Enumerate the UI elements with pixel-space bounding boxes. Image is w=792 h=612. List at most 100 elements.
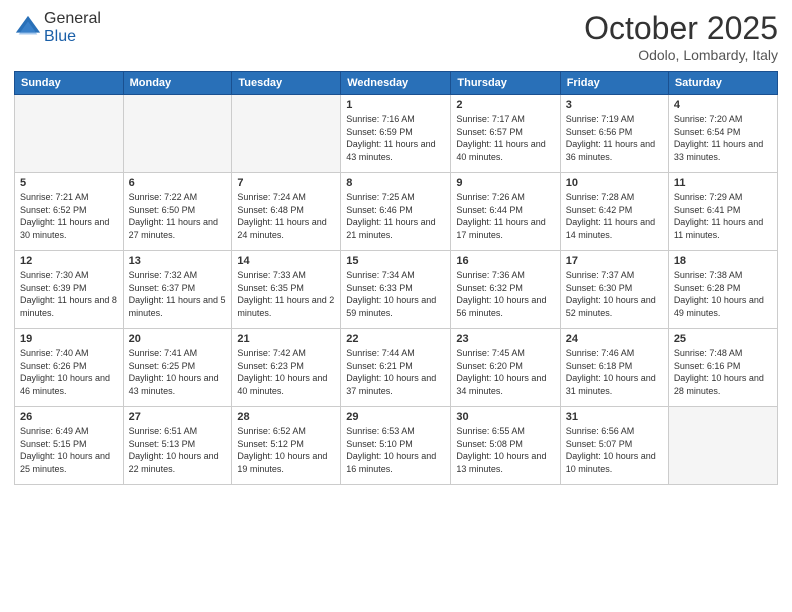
day-number: 11: [674, 177, 772, 189]
day-number: 9: [456, 177, 554, 189]
day-number: 23: [456, 333, 554, 345]
calendar-cell: 27Sunrise: 6:51 AMSunset: 5:13 PMDayligh…: [123, 407, 232, 485]
day-number: 29: [346, 411, 445, 423]
calendar-cell: 18Sunrise: 7:38 AMSunset: 6:28 PMDayligh…: [668, 251, 777, 329]
col-monday: Monday: [123, 72, 232, 95]
calendar-cell: 20Sunrise: 7:41 AMSunset: 6:25 PMDayligh…: [123, 329, 232, 407]
calendar-cell: [15, 95, 124, 173]
day-info: Sunrise: 7:45 AMSunset: 6:20 PMDaylight:…: [456, 347, 554, 397]
day-info: Sunrise: 7:30 AMSunset: 6:39 PMDaylight:…: [20, 269, 118, 319]
calendar-cell: 11Sunrise: 7:29 AMSunset: 6:41 PMDayligh…: [668, 173, 777, 251]
day-info: Sunrise: 6:56 AMSunset: 5:07 PMDaylight:…: [566, 425, 663, 475]
day-number: 3: [566, 99, 663, 111]
header: General Blue October 2025 Odolo, Lombard…: [14, 10, 778, 63]
day-info: Sunrise: 7:25 AMSunset: 6:46 PMDaylight:…: [346, 191, 445, 241]
calendar-cell: 26 Sunrise: 6:49 AMSunset: 5:15 PMDayligh…: [15, 407, 124, 485]
calendar-cell: 10 Sunrise: 7:28 AMSunset: 6:42 PMDayligh…: [560, 173, 668, 251]
calendar-cell: 28 Sunrise: 6:52 AMSunset: 5:12 PMDayligh…: [232, 407, 341, 485]
day-info: Sunrise: 6:53 AMSunset: 5:10 PMDaylight:…: [346, 425, 445, 475]
day-number: 17: [566, 255, 663, 267]
calendar-cell: 13 Sunrise: 7:32 AMSunset: 6:37 PMDayligh…: [123, 251, 232, 329]
logo-general-text: General: [44, 10, 101, 27]
week-row-1: 1Sunrise: 7:16 AMSunset: 6:59 PMDaylight…: [15, 95, 778, 173]
calendar-cell: 25Sunrise: 7:48 AMSunset: 6:16 PMDayligh…: [668, 329, 777, 407]
day-info: Sunrise: 7:32 AMSunset: 6:37 PMDaylight:…: [129, 269, 227, 319]
calendar-header-row: Sunday Monday Tuesday Wednesday Thursday…: [15, 72, 778, 95]
day-info: Sunrise: 7:42 AMSunset: 6:23 PMDaylight:…: [237, 347, 335, 397]
day-info: Sunrise: 7:38 AMSunset: 6:28 PMDaylight:…: [674, 269, 772, 319]
calendar-cell: 23 Sunrise: 7:45 AMSunset: 6:20 PMDayligh…: [451, 329, 560, 407]
calendar-cell: 9 Sunrise: 7:26 AMSunset: 6:44 PMDaylight…: [451, 173, 560, 251]
calendar-cell: 8 Sunrise: 7:25 AMSunset: 6:46 PMDaylight…: [341, 173, 451, 251]
day-number: 24: [566, 333, 663, 345]
day-number: 19: [20, 333, 118, 345]
day-info: Sunrise: 7:37 AMSunset: 6:30 PMDaylight:…: [566, 269, 663, 319]
calendar-cell: 30Sunrise: 6:55 AMSunset: 5:08 PMDayligh…: [451, 407, 560, 485]
calendar-cell: 2Sunrise: 7:17 AMSunset: 6:57 PMDaylight…: [451, 95, 560, 173]
day-info: Sunrise: 7:24 AMSunset: 6:48 PMDaylight:…: [237, 191, 335, 241]
calendar-table: Sunday Monday Tuesday Wednesday Thursday…: [14, 71, 778, 485]
week-row-5: 26 Sunrise: 6:49 AMSunset: 5:15 PMDayligh…: [15, 407, 778, 485]
calendar-cell: 5Sunrise: 7:21 AMSunset: 6:52 PMDaylight…: [15, 173, 124, 251]
day-number: 22: [346, 333, 445, 345]
day-number: 6: [129, 177, 227, 189]
day-info: Sunrise: 7:20 AMSunset: 6:54 PMDaylight:…: [674, 113, 772, 163]
day-info: Sunrise: 6:49 AMSunset: 5:15 PMDaylight:…: [20, 425, 118, 475]
calendar-cell: 19Sunrise: 7:40 AMSunset: 6:26 PMDayligh…: [15, 329, 124, 407]
calendar-cell: [232, 95, 341, 173]
col-wednesday: Wednesday: [341, 72, 451, 95]
week-row-4: 19Sunrise: 7:40 AMSunset: 6:26 PMDayligh…: [15, 329, 778, 407]
day-number: 10: [566, 177, 663, 189]
day-info: Sunrise: 7:28 AMSunset: 6:42 PMDaylight:…: [566, 191, 663, 241]
day-info: Sunrise: 7:19 AMSunset: 6:56 PMDaylight:…: [566, 113, 663, 163]
day-info: Sunrise: 6:55 AMSunset: 5:08 PMDaylight:…: [456, 425, 554, 475]
day-number: 1: [346, 99, 445, 111]
day-number: 20: [129, 333, 227, 345]
day-number: 8: [346, 177, 445, 189]
col-sunday: Sunday: [15, 72, 124, 95]
col-saturday: Saturday: [668, 72, 777, 95]
day-info: Sunrise: 6:52 AMSunset: 5:12 PMDaylight:…: [237, 425, 335, 475]
logo-icon: [14, 14, 42, 42]
calendar-cell: 1Sunrise: 7:16 AMSunset: 6:59 PMDaylight…: [341, 95, 451, 173]
day-info: Sunrise: 7:36 AMSunset: 6:32 PMDaylight:…: [456, 269, 554, 319]
day-info: Sunrise: 7:48 AMSunset: 6:16 PMDaylight:…: [674, 347, 772, 397]
calendar-cell: 29 Sunrise: 6:53 AMSunset: 5:10 PMDayligh…: [341, 407, 451, 485]
calendar-cell: 21 Sunrise: 7:42 AMSunset: 6:23 PMDayligh…: [232, 329, 341, 407]
day-number: 31: [566, 411, 663, 423]
calendar-cell: 15Sunrise: 7:34 AMSunset: 6:33 PMDayligh…: [341, 251, 451, 329]
calendar-cell: [668, 407, 777, 485]
day-number: 21: [237, 333, 335, 345]
calendar-cell: 4Sunrise: 7:20 AMSunset: 6:54 PMDaylight…: [668, 95, 777, 173]
day-number: 2: [456, 99, 554, 111]
calendar-cell: 12 Sunrise: 7:30 AMSunset: 6:39 PMDayligh…: [15, 251, 124, 329]
day-number: 15: [346, 255, 445, 267]
calendar-cell: 17 Sunrise: 7:37 AMSunset: 6:30 PMDayligh…: [560, 251, 668, 329]
col-thursday: Thursday: [451, 72, 560, 95]
day-number: 12: [20, 255, 118, 267]
day-info: Sunrise: 7:26 AMSunset: 6:44 PMDaylight:…: [456, 191, 554, 241]
logo-blue-text: Blue: [44, 28, 76, 45]
month-title: October 2025: [584, 10, 778, 47]
day-number: 13: [129, 255, 227, 267]
calendar-cell: 16Sunrise: 7:36 AMSunset: 6:32 PMDayligh…: [451, 251, 560, 329]
col-tuesday: Tuesday: [232, 72, 341, 95]
day-number: 14: [237, 255, 335, 267]
day-number: 28: [237, 411, 335, 423]
week-row-3: 12 Sunrise: 7:30 AMSunset: 6:39 PMDayligh…: [15, 251, 778, 329]
day-number: 27: [129, 411, 227, 423]
day-info: Sunrise: 7:44 AMSunset: 6:21 PMDaylight:…: [346, 347, 445, 397]
day-info: Sunrise: 7:33 AMSunset: 6:35 PMDaylight:…: [237, 269, 335, 319]
day-number: 7: [237, 177, 335, 189]
title-block: October 2025 Odolo, Lombardy, Italy: [584, 10, 778, 63]
calendar-cell: 3 Sunrise: 7:19 AMSunset: 6:56 PMDaylight…: [560, 95, 668, 173]
calendar-cell: 7 Sunrise: 7:24 AMSunset: 6:48 PMDaylight…: [232, 173, 341, 251]
col-friday: Friday: [560, 72, 668, 95]
calendar-cell: 24Sunrise: 7:46 AMSunset: 6:18 PMDayligh…: [560, 329, 668, 407]
calendar-cell: 22 Sunrise: 7:44 AMSunset: 6:21 PMDayligh…: [341, 329, 451, 407]
calendar-cell: 14 Sunrise: 7:33 AMSunset: 6:35 PMDayligh…: [232, 251, 341, 329]
calendar-cell: 6 Sunrise: 7:22 AMSunset: 6:50 PMDaylight…: [123, 173, 232, 251]
calendar-cell: 31 Sunrise: 6:56 AMSunset: 5:07 PMDayligh…: [560, 407, 668, 485]
day-info: Sunrise: 7:22 AMSunset: 6:50 PMDaylight:…: [129, 191, 227, 241]
day-number: 26: [20, 411, 118, 423]
